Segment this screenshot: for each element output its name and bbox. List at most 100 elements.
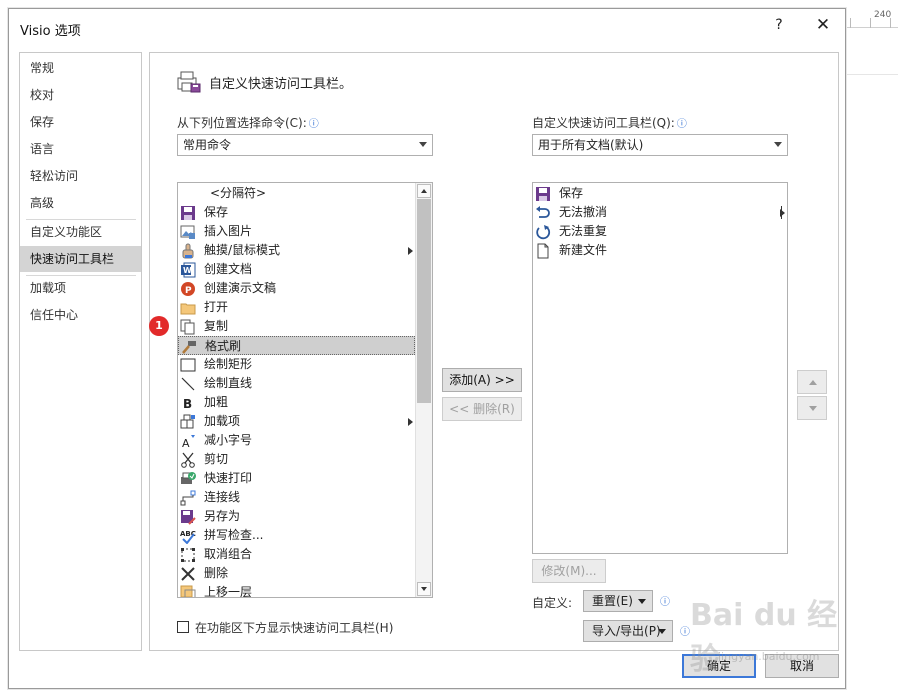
nav-item-general[interactable]: 常规 (20, 55, 141, 81)
list-item-label: 新建文件 (559, 243, 608, 257)
list-item-label: 另存为 (204, 509, 241, 523)
list-item[interactable]: 另存为 (178, 507, 415, 526)
list-item[interactable]: 打开 (178, 298, 415, 317)
list-item[interactable]: 绘制直线 (178, 374, 415, 393)
svg-text:B: B (183, 397, 192, 411)
customize-toolbar-label-text: 自定义快速访问工具栏(Q): (532, 116, 675, 130)
svg-text:A: A (182, 437, 190, 449)
nav-item-addins[interactable]: 加载项 (20, 275, 141, 301)
list-item[interactable]: P 创建演示文稿 (178, 279, 415, 298)
list-item[interactable]: W 创建文档 (178, 260, 415, 279)
nav-item-save[interactable]: 保存 (20, 109, 141, 135)
nav-item-trust-center[interactable]: 信任中心 (20, 302, 141, 328)
choose-commands-value: 常用命令 (183, 138, 232, 152)
info-icon: ⓘ (680, 627, 690, 638)
add-button[interactable]: 添加(A) >> (442, 368, 522, 392)
list-item-label: 加载项 (204, 414, 241, 428)
save-icon (181, 206, 195, 220)
move-down-button[interactable] (797, 396, 827, 420)
chevron-down-icon (419, 142, 427, 147)
customize-toolbar-label: 自定义快速访问工具栏(Q): ⓘ (532, 114, 687, 131)
list-item[interactable]: 连接线 (178, 488, 415, 507)
options-nav: 常规 校对 保存 语言 轻松访问 高级 自定义功能区 快速访问工具栏 加载项 信… (19, 52, 142, 651)
list-item-label: 加粗 (204, 395, 229, 409)
show-below-ribbon-label: 在功能区下方显示快速访问工具栏(H) (195, 621, 394, 635)
list-item[interactable]: 保存 (178, 203, 415, 222)
modify-button[interactable]: 修改(M)... (532, 559, 606, 583)
scroll-down-button[interactable] (417, 582, 431, 596)
nav-item-language[interactable]: 语言 (20, 136, 141, 162)
list-item-label: 剪切 (204, 452, 229, 466)
list-item[interactable]: 取消组合 (178, 545, 415, 564)
choose-commands-label: 从下列位置选择命令(C): ⓘ (177, 114, 319, 131)
list-item-label: 绘制直线 (204, 376, 253, 390)
picture-icon (180, 225, 195, 239)
list-item-label: 取消组合 (204, 547, 253, 561)
list-item-selected[interactable]: 格式刷 (178, 336, 415, 355)
scroll-thumb[interactable] (417, 199, 431, 403)
list-item-label: 减小字号 (204, 433, 253, 447)
nav-item-proofing[interactable]: 校对 (20, 82, 141, 108)
available-commands-list[interactable]: <分隔符> 保存 插入图片 触摸/鼠标模式 W 创建文档 P 创建演示文稿 打开 (177, 182, 433, 598)
list-item[interactable]: 剪切 (178, 450, 415, 469)
list-item-label: 创建文档 (204, 262, 253, 276)
bold-icon: B (183, 397, 192, 411)
save-as-icon (181, 510, 196, 525)
nav-item-accessibility[interactable]: 轻松访问 (20, 163, 141, 189)
section-title: 自定义快速访问工具栏。 (209, 77, 353, 92)
list-item-label: 保存 (559, 186, 584, 200)
step-badge: 1 (149, 316, 169, 336)
list-item[interactable]: 触摸/鼠标模式 (178, 241, 415, 260)
list-item[interactable]: 快速打印 (178, 469, 415, 488)
watermark-logo: Bai du 经验 (690, 598, 838, 677)
nav-item-quick-access-toolbar[interactable]: 快速访问工具栏 (20, 246, 141, 272)
list-item[interactable]: <分隔符> (178, 184, 415, 203)
line-icon (181, 377, 195, 391)
svg-text:P: P (185, 286, 192, 296)
import-export-dropdown[interactable]: 导入/导出(P) (583, 620, 673, 642)
toolbar-commands-list[interactable]: 保存 无法撤消 无法重复 新建文件 (532, 182, 788, 554)
title-bar: Visio 选项 ? ✕ (9, 9, 845, 45)
customize-toolbar-combo[interactable]: 用于所有文档(默认) (532, 134, 788, 156)
powerpoint-icon: P (181, 282, 195, 296)
show-below-ribbon-checkbox[interactable] (177, 621, 189, 633)
nav-item-advanced[interactable]: 高级 (20, 190, 141, 216)
import-export-label: 导入/导出(P) (592, 624, 661, 638)
chevron-down-icon (658, 629, 666, 634)
scroll-up-button[interactable] (417, 184, 431, 198)
close-button[interactable]: ✕ (809, 15, 837, 37)
list-item[interactable]: 绘制矩形 (178, 355, 415, 374)
reset-dropdown[interactable]: 重置(E) (583, 590, 653, 612)
chevron-down-icon (774, 142, 782, 147)
list-item[interactable]: 无法重复 (533, 222, 787, 241)
list-item[interactable]: 保存 (533, 184, 787, 203)
remove-button[interactable]: << 删除(R) (442, 397, 522, 421)
list-item[interactable]: 复制 (178, 317, 415, 336)
canvas-guide (846, 74, 898, 75)
list-item[interactable]: B 加粗 (178, 393, 415, 412)
list-scrollbar[interactable] (415, 183, 432, 597)
list-item[interactable]: 插入图片 (178, 222, 415, 241)
folder-icon (180, 303, 196, 315)
choose-commands-combo[interactable]: 常用命令 (177, 134, 433, 156)
help-button[interactable]: ? (767, 17, 791, 37)
new-file-icon (537, 243, 549, 259)
move-up-button[interactable] (797, 370, 827, 394)
list-item[interactable]: 无法撤消 (533, 203, 787, 222)
nav-item-customize-ribbon[interactable]: 自定义功能区 (20, 219, 141, 245)
watermark-url: jingyan.baidu.com (718, 650, 820, 663)
word-icon: W (181, 262, 196, 278)
list-item[interactable]: 新建文件 (533, 241, 787, 260)
list-item-label: 上移一层 (204, 585, 253, 598)
info-icon: ⓘ (660, 597, 670, 608)
list-item[interactable]: ABC 拼写检查... (178, 526, 415, 545)
list-item[interactable]: A 减小字号 (178, 431, 415, 450)
choose-commands-label-text: 从下列位置选择命令(C): (177, 116, 307, 130)
list-item[interactable]: 加载项 (178, 412, 415, 431)
list-item[interactable]: 上移一层 (178, 583, 415, 598)
list-item-label: <分隔符> (210, 186, 267, 200)
chevron-down-icon (638, 599, 646, 604)
list-item-label: 创建演示文稿 (204, 281, 277, 295)
list-item[interactable]: 删除 (178, 564, 415, 583)
options-dialog: Visio 选项 ? ✕ 常规 校对 保存 语言 轻松访问 高级 自定义功能区 … (8, 8, 846, 689)
